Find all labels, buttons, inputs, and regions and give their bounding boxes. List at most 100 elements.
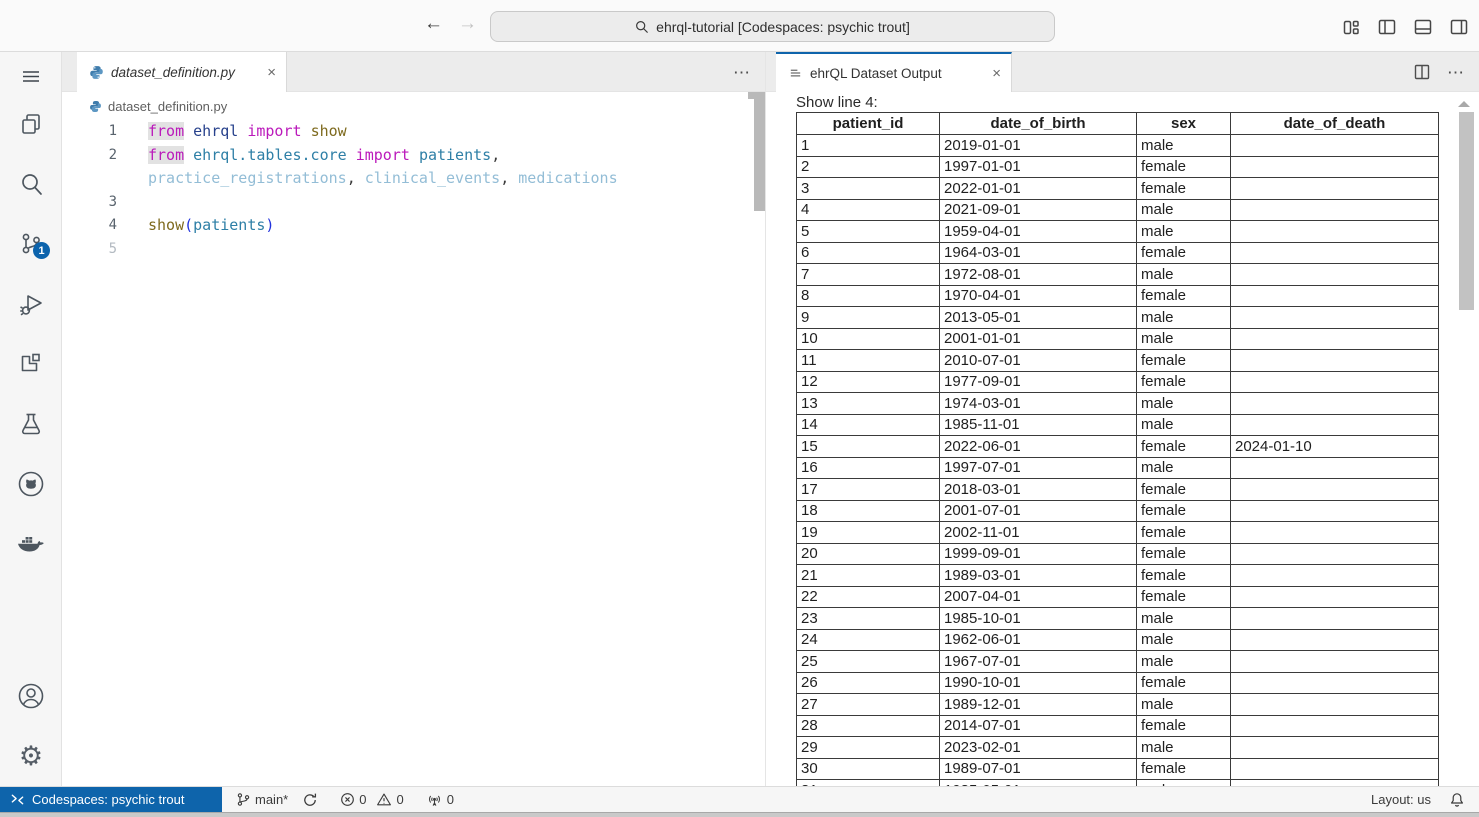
table-cell: 4: [797, 199, 940, 221]
table-cell: 2010-07-01: [940, 350, 1137, 372]
run-debug-icon[interactable]: [0, 280, 62, 328]
table-row: 161997-07-01male: [797, 457, 1439, 479]
bell-icon[interactable]: [1449, 792, 1465, 808]
table-cell: 21: [797, 565, 940, 587]
table-cell: male: [1137, 694, 1231, 716]
table-row: 241962-06-01male: [797, 629, 1439, 651]
table-cell: male: [1137, 135, 1231, 157]
table-cell: male: [1137, 393, 1231, 415]
close-icon[interactable]: ×: [267, 64, 276, 81]
table-cell: male: [1137, 307, 1231, 329]
back-button[interactable]: ←: [424, 13, 443, 35]
output-tab-bar: ehrQL Dataset Output × ⋯: [766, 52, 1479, 92]
toggle-secondary-sidebar-icon[interactable]: [1448, 16, 1469, 37]
table-cell: [1231, 715, 1439, 737]
search-icon: [635, 20, 649, 34]
code-line[interactable]: 2from ehrql.tables.core import patients,: [62, 144, 752, 168]
table-row: 201999-09-01female: [797, 543, 1439, 565]
source-control-icon[interactable]: 1: [0, 220, 62, 268]
code-line[interactable]: 5: [62, 238, 752, 262]
search-icon[interactable]: [0, 160, 62, 208]
table-cell: [1231, 393, 1439, 415]
sync-button[interactable]: [302, 792, 318, 808]
table-cell: 1959-04-01: [940, 221, 1137, 243]
code-line[interactable]: 1from ehrql import show: [62, 120, 752, 144]
account-icon[interactable]: [0, 672, 62, 720]
table-cell: female: [1137, 715, 1231, 737]
ports-indicator[interactable]: 0: [426, 792, 454, 807]
table-cell: male: [1137, 414, 1231, 436]
table-cell: female: [1137, 586, 1231, 608]
output-actions-more-icon[interactable]: ⋯: [1447, 64, 1465, 81]
table-row: 102001-01-01male: [797, 328, 1439, 350]
table-cell: male: [1137, 328, 1231, 350]
table-row: 192002-11-01female: [797, 522, 1439, 544]
table-cell: [1231, 522, 1439, 544]
forward-button[interactable]: →: [458, 13, 477, 35]
table-cell: 1989-07-01: [940, 758, 1137, 780]
table-cell: 2022-01-01: [940, 178, 1137, 200]
code-editor[interactable]: 1from ehrql import show2from ehrql.table…: [62, 120, 752, 786]
table-cell: female: [1137, 285, 1231, 307]
editor-group: dataset_definition.py × ⋯ dataset_defini…: [62, 52, 765, 786]
line-number: 3: [62, 191, 117, 215]
explorer-icon[interactable]: [0, 100, 62, 148]
table-row: 21997-01-01female: [797, 156, 1439, 178]
table-row: 51959-04-01male: [797, 221, 1439, 243]
toggle-primary-sidebar-icon[interactable]: [1376, 16, 1397, 37]
table-cell: female: [1137, 350, 1231, 372]
titlebar-actions: [1340, 16, 1469, 37]
tab-ehrql-output[interactable]: ehrQL Dataset Output ×: [776, 52, 1012, 92]
table-cell: [1231, 694, 1439, 716]
testing-flask-icon[interactable]: [0, 400, 62, 448]
table-cell: female: [1137, 565, 1231, 587]
editor-scrollbar[interactable]: [754, 99, 765, 211]
table-cell: [1231, 651, 1439, 673]
table-cell: 1962-06-01: [940, 629, 1137, 651]
table-cell: female: [1137, 156, 1231, 178]
extensions-icon[interactable]: [0, 340, 62, 388]
code-line[interactable]: 4show(patients): [62, 214, 752, 238]
menu-icon[interactable]: [0, 52, 62, 100]
command-center[interactable]: ehrql-tutorial [Codespaces: psychic trou…: [490, 11, 1055, 42]
customize-layout-icon[interactable]: [1340, 16, 1361, 37]
split-editor-icon[interactable]: [1413, 63, 1431, 81]
sync-icon: [302, 792, 318, 808]
status-bar: Codespaces: psychic trout main* 0 0: [0, 786, 1479, 812]
close-icon[interactable]: ×: [992, 65, 1001, 82]
table-cell: 9: [797, 307, 940, 329]
docker-icon[interactable]: [0, 520, 62, 568]
table-cell: female: [1137, 500, 1231, 522]
output-scrollbar[interactable]: [1459, 112, 1474, 310]
code-line[interactable]: 3: [62, 191, 752, 215]
table-cell: 2019-01-01: [940, 135, 1137, 157]
toggle-panel-icon[interactable]: [1412, 16, 1433, 37]
editor-tab-bar: dataset_definition.py × ⋯: [62, 52, 765, 92]
table-cell: 1989-03-01: [940, 565, 1137, 587]
code-line[interactable]: practice_registrations, clinical_events,…: [62, 167, 752, 191]
problems-indicator[interactable]: 0 0: [340, 792, 403, 807]
editor-actions-more-icon[interactable]: ⋯: [733, 64, 751, 81]
layout-indicator[interactable]: Layout: us: [1371, 792, 1431, 807]
ports-radio-tower-icon: [426, 792, 443, 807]
tab-dataset-definition[interactable]: dataset_definition.py ×: [77, 52, 287, 92]
remote-indicator[interactable]: Codespaces: psychic trout: [0, 787, 222, 813]
table-cell: 13: [797, 393, 940, 415]
branch-label: main*: [255, 792, 288, 807]
table-cell: 28: [797, 715, 940, 737]
github-icon[interactable]: [0, 460, 62, 508]
table-cell: [1231, 565, 1439, 587]
dataset-table: patient_iddate_of_birthsexdate_of_death …: [796, 112, 1439, 786]
settings-gear-icon[interactable]: ⚙: [0, 732, 62, 780]
breadcrumb[interactable]: dataset_definition.py: [62, 92, 765, 120]
table-cell: male: [1137, 457, 1231, 479]
table-cell: [1231, 178, 1439, 200]
table-cell: [1231, 758, 1439, 780]
table-row: 61964-03-01female: [797, 242, 1439, 264]
scroll-up-arrow-icon[interactable]: [1458, 101, 1470, 107]
line-number: 1: [62, 120, 117, 144]
table-row: 32022-01-01female: [797, 178, 1439, 200]
line-number: 2: [62, 144, 117, 168]
branch-indicator[interactable]: main*: [236, 792, 288, 807]
table-cell: 26: [797, 672, 940, 694]
